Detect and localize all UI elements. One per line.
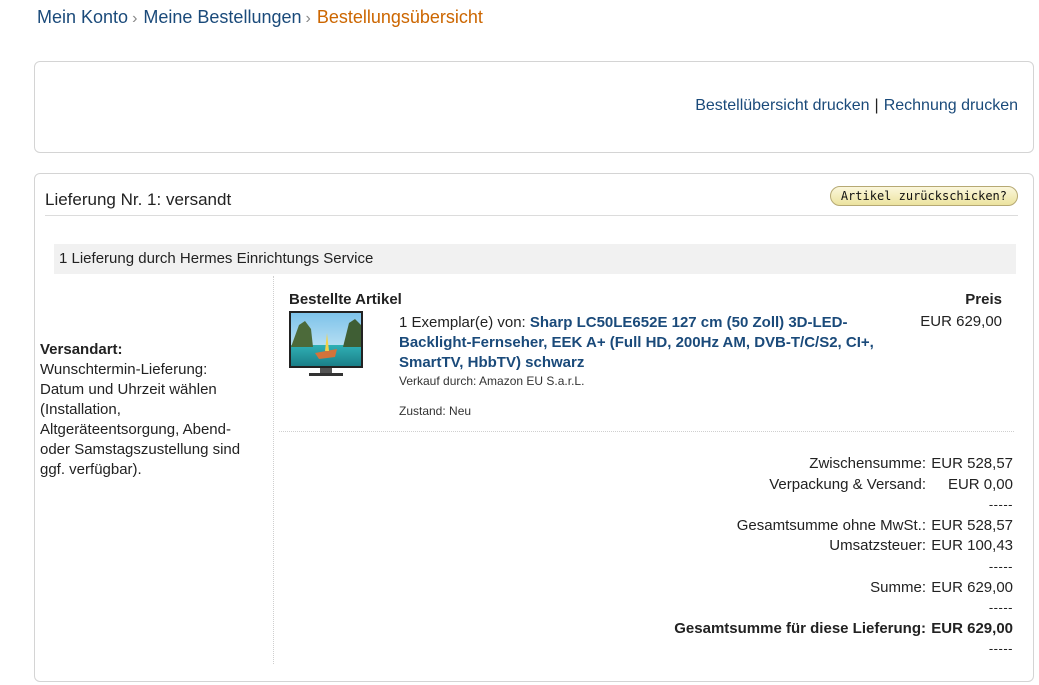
- print-order-summary-link[interactable]: Bestellübersicht drucken: [695, 97, 869, 114]
- shipment-title: Lieferung Nr. 1: versandt: [45, 190, 232, 209]
- shipment-panel: Lieferung Nr. 1: versandt Artikel zurück…: [34, 173, 1034, 682]
- shipping-method-label: Versandart:: [40, 341, 123, 358]
- ordered-item: 1 Exemplar(e) von: Sharp LC50LE652E 127 …: [399, 313, 899, 419]
- totals-separator: -----: [674, 639, 1013, 660]
- item-quantity: 1 Exemplar(e) von:: [399, 314, 526, 331]
- shipment-divider: [45, 215, 1018, 216]
- breadcrumb-separator: ›: [305, 10, 311, 27]
- item-condition: Zustand: Neu: [399, 404, 472, 418]
- breadcrumb-mein-konto[interactable]: Mein Konto: [37, 7, 128, 27]
- print-options-panel: Bestellübersicht drucken | Rechnung drucke…: [34, 61, 1034, 153]
- totals-separator: -----: [674, 557, 1013, 578]
- totals-value: -----: [988, 558, 1013, 574]
- tv-thumbnail-icon[interactable]: [289, 311, 363, 377]
- return-items-button[interactable]: Artikel zurückschicken?: [829, 186, 1018, 206]
- totals-value: -----: [988, 641, 1013, 657]
- breadcrumb: Mein Konto › Meine Bestellungen › Bestellung…: [37, 6, 483, 30]
- totals-value: EUR 629,00: [931, 619, 1013, 637]
- items-divider: [279, 431, 1014, 432]
- print-invoice-link[interactable]: Rechnung drucken: [884, 97, 1018, 114]
- breadcrumb-meine-bestellungen[interactable]: Meine Bestellungen: [143, 7, 301, 27]
- totals-value: EUR 629,00: [931, 578, 1013, 596]
- totals-label: Verpackung & Versand:: [769, 475, 926, 493]
- totals-value: -----: [988, 497, 1013, 513]
- breadcrumb-current: Bestellungsübersicht: [316, 7, 483, 27]
- totals-label: Zwischensumme:: [809, 455, 926, 472]
- totals-value: -----: [988, 600, 1013, 616]
- totals-label: Gesamtsumme ohne MwSt.:: [736, 516, 926, 534]
- totals-value: EUR 100,43: [931, 537, 1013, 555]
- totals-separator: -----: [674, 598, 1013, 619]
- totals-value: EUR 0,00: [947, 475, 1013, 493]
- totals-row-shipping: Verpackung & Versand: EUR 0,00: [674, 475, 1013, 496]
- totals-row-net: Gesamtsumme ohne MwSt.: EUR 528,57: [674, 516, 1013, 537]
- print-links: Bestellübersicht drucken | Rechnung drucke…: [695, 97, 1018, 115]
- item-seller: Verkauf durch: Amazon EU S.a.r.L.: [399, 374, 585, 388]
- totals-row-sum: Summe: EUR 629,00: [674, 578, 1013, 599]
- breadcrumb-separator: ›: [132, 10, 138, 27]
- column-divider: [273, 276, 274, 664]
- totals-label: Summe:: [870, 578, 926, 596]
- carrier-bar: 1 Lieferung durch Hermes Einrichtungs Se…: [54, 244, 1016, 274]
- shipping-method: Versandart: Wunschtermin-Lieferung: Datu…: [40, 340, 245, 480]
- totals-value: EUR 528,57: [931, 455, 1013, 472]
- totals-value: EUR 528,57: [931, 516, 1013, 534]
- shipping-method-text: Wunschtermin-Lieferung: Datum und Uhrzei…: [40, 361, 241, 478]
- items-header: Bestellte Artikel: [289, 291, 402, 308]
- price-header: Preis: [965, 291, 1002, 308]
- item-price: EUR 629,00: [920, 313, 1002, 330]
- totals-row-vat: Umsatzsteuer: EUR 100,43: [674, 536, 1013, 557]
- totals-table: Zwischensumme: EUR 528,57 Verpackung & Ve…: [674, 454, 1013, 660]
- totals-label: Umsatzsteuer:: [829, 537, 926, 555]
- totals-row-subtotal: Zwischensumme: EUR 528,57: [674, 454, 1013, 475]
- totals-row-grand-total: Gesamtsumme für diese Lieferung: EUR 629,…: [674, 619, 1013, 640]
- totals-separator: -----: [674, 495, 1013, 516]
- totals-label: Gesamtsumme für diese Lieferung:: [674, 619, 926, 637]
- print-links-separator: |: [874, 97, 879, 114]
